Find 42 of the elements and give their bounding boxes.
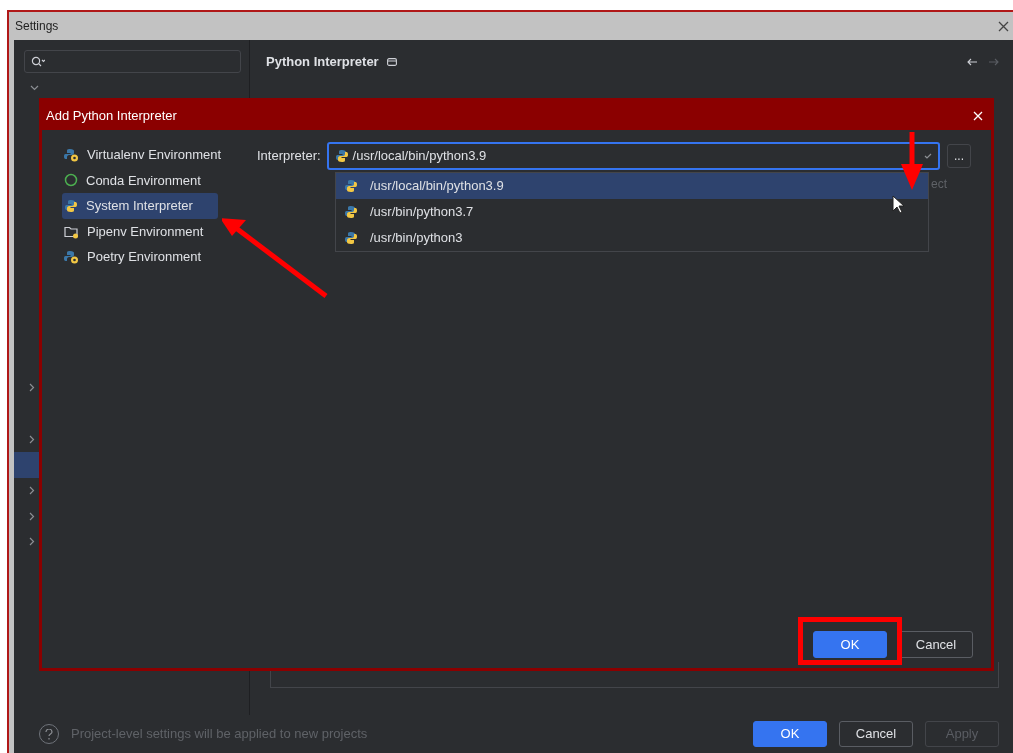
ring-icon <box>64 173 78 188</box>
window-icon <box>386 57 397 66</box>
environment-item[interactable]: Poetry Environment <box>62 244 218 270</box>
arrow-drawing <box>900 132 924 192</box>
python-icon <box>64 199 78 213</box>
chevron-icon[interactable] <box>30 85 39 91</box>
page-title: Python Interpreter <box>266 53 379 71</box>
dialog-button[interactable]: Cancel <box>839 721 913 747</box>
back-arrow-icon[interactable] <box>967 57 978 66</box>
forward-arrow-icon[interactable] <box>988 57 999 66</box>
chevron-icon <box>29 434 35 444</box>
python-icon <box>344 231 358 245</box>
python-icon <box>334 149 349 163</box>
dialog-title: Add Python Interpreter <box>46 106 177 125</box>
python-gear-icon <box>64 147 79 162</box>
python-gear-icon <box>64 250 79 265</box>
dialog-button[interactable]: Cancel <box>899 631 973 658</box>
chevron-icon <box>29 383 35 393</box>
chevron-icon <box>29 537 35 547</box>
dialog-button[interactable]: OK <box>753 721 827 747</box>
browse-button[interactable]: ... <box>947 144 971 168</box>
chevron-icon <box>29 486 35 496</box>
mouse-cursor-icon <box>892 195 905 214</box>
interpreter-combobox[interactable]: /usr/local/bin/python3.9 <box>326 142 940 170</box>
python-icon <box>344 179 358 193</box>
dropdown-option[interactable]: /usr/local/bin/python3.9 <box>336 173 928 199</box>
check-icon <box>924 153 932 159</box>
environment-item[interactable]: Conda Environment <box>62 167 218 194</box>
window-title: Settings <box>15 18 59 35</box>
dialog-button[interactable]: OK <box>813 631 887 658</box>
python-icon <box>344 205 358 219</box>
dropdown-option[interactable]: /usr/bin/python3 <box>336 225 928 251</box>
interpreter-label: Interpreter: <box>257 147 321 166</box>
search-field[interactable] <box>24 50 241 73</box>
chevron-icon <box>29 511 35 521</box>
environment-item[interactable]: System Interpreter <box>62 193 218 219</box>
close-icon[interactable] <box>998 20 1009 32</box>
sidebar-row[interactable] <box>14 452 39 478</box>
folder-icon <box>64 224 79 239</box>
environment-item[interactable]: Pipenv Environment <box>62 218 218 245</box>
dropdown-option[interactable]: /usr/bin/python3.7 <box>336 199 928 225</box>
search-icon <box>31 56 45 67</box>
